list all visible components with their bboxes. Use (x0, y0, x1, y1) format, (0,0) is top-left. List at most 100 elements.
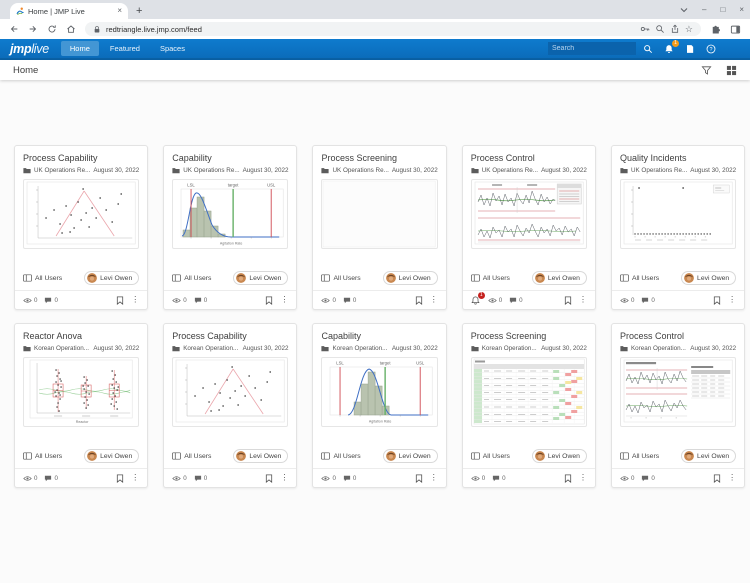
views-count[interactable]: 0 (620, 297, 634, 304)
views-count[interactable]: 0 (23, 297, 37, 304)
card-owner[interactable]: Levi Owen (681, 449, 736, 463)
card-folder[interactable]: UK Operations Re... (183, 167, 239, 174)
card-menu-icon[interactable]: ⋮ (579, 474, 587, 482)
window-minimize-icon[interactable]: – (702, 6, 706, 14)
comments-count[interactable]: 0 (194, 475, 207, 482)
card-title[interactable]: Process Capability (23, 153, 139, 163)
card-owner[interactable]: Levi Owen (233, 271, 288, 285)
forward-icon[interactable] (28, 24, 38, 34)
card-group[interactable]: All Users (620, 274, 659, 282)
card-owner[interactable]: Levi Owen (681, 271, 736, 285)
card-title[interactable]: Process Capability (172, 331, 288, 341)
card-thumbnail[interactable] (321, 179, 437, 249)
card-thumbnail[interactable] (172, 357, 288, 427)
comments-count[interactable]: 0 (343, 297, 356, 304)
views-count[interactable]: 0 (172, 475, 186, 482)
bookmark-icon[interactable] (415, 296, 423, 305)
comments-count[interactable]: 0 (492, 475, 505, 482)
card-menu-icon[interactable]: ⋮ (579, 296, 587, 304)
card-title[interactable]: Process Control (620, 331, 736, 341)
card-menu-icon[interactable]: ⋮ (280, 296, 288, 304)
comments-count[interactable]: 0 (44, 297, 57, 304)
card-owner[interactable]: Levi Owen (84, 271, 139, 285)
card-owner[interactable]: Levi Owen (532, 271, 587, 285)
browser-tab[interactable]: Home | JMP Live × (10, 3, 128, 19)
jmp-live-logo[interactable]: jmplive (10, 42, 49, 56)
post-card[interactable]: Quality Incidents UK Operations Re... Au… (611, 145, 745, 310)
card-menu-icon[interactable]: ⋮ (430, 296, 438, 304)
card-owner[interactable]: Levi Owen (383, 271, 438, 285)
comments-count[interactable]: 0 (509, 297, 522, 304)
views-count[interactable]: 0 (23, 475, 37, 482)
search-box[interactable] (548, 42, 636, 55)
card-group[interactable]: All Users (620, 452, 659, 460)
comments-count[interactable]: 0 (194, 297, 207, 304)
post-card[interactable]: Process Screening UK Operations Re... Au… (312, 145, 446, 310)
card-thumbnail[interactable] (620, 357, 736, 427)
post-card[interactable]: Process Capability UK Operations Re... A… (14, 145, 148, 310)
card-alert[interactable]: 1 (471, 296, 480, 305)
navbar-search-button[interactable] (643, 44, 653, 54)
bookmark-icon[interactable] (564, 474, 572, 483)
back-icon[interactable] (9, 24, 19, 34)
post-card[interactable]: Process Control UK Operations Re... Augu… (462, 145, 596, 310)
comments-count[interactable]: 0 (641, 475, 654, 482)
bookmark-icon[interactable] (415, 474, 423, 483)
bookmark-icon[interactable] (265, 474, 273, 483)
card-thumbnail[interactable] (620, 179, 736, 249)
post-card[interactable]: Process Screening Korean Operation... Au… (462, 323, 596, 488)
notifications-button[interactable]: 1 (664, 44, 674, 54)
views-count[interactable]: 0 (488, 297, 502, 304)
card-group[interactable]: All Users (23, 274, 62, 282)
filter-funnel-icon[interactable] (701, 65, 712, 76)
card-folder[interactable]: Korean Operation... (631, 345, 687, 352)
card-title[interactable]: Quality Incidents (620, 153, 736, 163)
tab-close-icon[interactable]: × (117, 7, 122, 15)
views-count[interactable]: 0 (321, 475, 335, 482)
card-title[interactable]: Reactor Anova (23, 331, 139, 341)
card-title[interactable]: Process Control (471, 153, 587, 163)
side-panel-icon[interactable] (730, 24, 741, 35)
card-thumbnail[interactable] (23, 179, 139, 249)
card-menu-icon[interactable]: ⋮ (728, 296, 736, 304)
card-menu-icon[interactable]: ⋮ (280, 474, 288, 482)
window-search-tabs-icon[interactable] (680, 7, 688, 13)
card-title[interactable]: Process Screening (471, 331, 587, 341)
card-title[interactable]: Process Screening (321, 153, 437, 163)
post-card[interactable]: Capability Korean Operation... August 30… (312, 323, 446, 488)
url-text[interactable]: redtriangle.live.jmp.com/feed (106, 25, 635, 34)
views-count[interactable]: 0 (321, 297, 335, 304)
card-group[interactable]: All Users (471, 274, 510, 282)
card-thumbnail[interactable] (471, 179, 587, 249)
card-group[interactable]: All Users (321, 274, 360, 282)
nav-tab-home[interactable]: Home (61, 41, 99, 56)
bookmark-icon[interactable] (713, 474, 721, 483)
help-button[interactable]: ? (706, 44, 716, 54)
card-folder[interactable]: UK Operations Re... (631, 167, 687, 174)
card-menu-icon[interactable]: ⋮ (430, 474, 438, 482)
url-bar[interactable]: redtriangle.live.jmp.com/feed ☆ (85, 22, 701, 36)
journal-button[interactable] (685, 44, 695, 54)
card-group[interactable]: All Users (172, 452, 211, 460)
window-close-icon[interactable]: × (739, 6, 744, 14)
card-menu-icon[interactable]: ⋮ (131, 296, 139, 304)
card-owner[interactable]: Levi Owen (84, 449, 139, 463)
home-icon[interactable] (66, 24, 76, 34)
bookmark-icon[interactable] (713, 296, 721, 305)
card-group[interactable]: All Users (471, 452, 510, 460)
card-folder[interactable]: UK Operations Re... (34, 167, 90, 174)
card-thumbnail[interactable]: LSL target USL Agitation Rate (321, 357, 437, 427)
new-tab-button[interactable]: + (136, 6, 142, 17)
card-owner[interactable]: Levi Owen (233, 449, 288, 463)
post-card[interactable]: Process Control Korean Operation... Augu… (611, 323, 745, 488)
comments-count[interactable]: 0 (44, 475, 57, 482)
zoom-page-icon[interactable] (655, 24, 665, 34)
post-card[interactable]: Capability UK Operations Re... August 30… (163, 145, 297, 310)
card-owner[interactable]: Levi Owen (532, 449, 587, 463)
post-card[interactable]: Process Capability Korean Operation... A… (163, 323, 297, 488)
post-card[interactable]: Reactor Anova Korean Operation... August… (14, 323, 148, 488)
search-input[interactable] (552, 45, 632, 52)
card-group[interactable]: All Users (321, 452, 360, 460)
card-group[interactable]: All Users (23, 452, 62, 460)
card-folder[interactable]: Korean Operation... (34, 345, 90, 352)
